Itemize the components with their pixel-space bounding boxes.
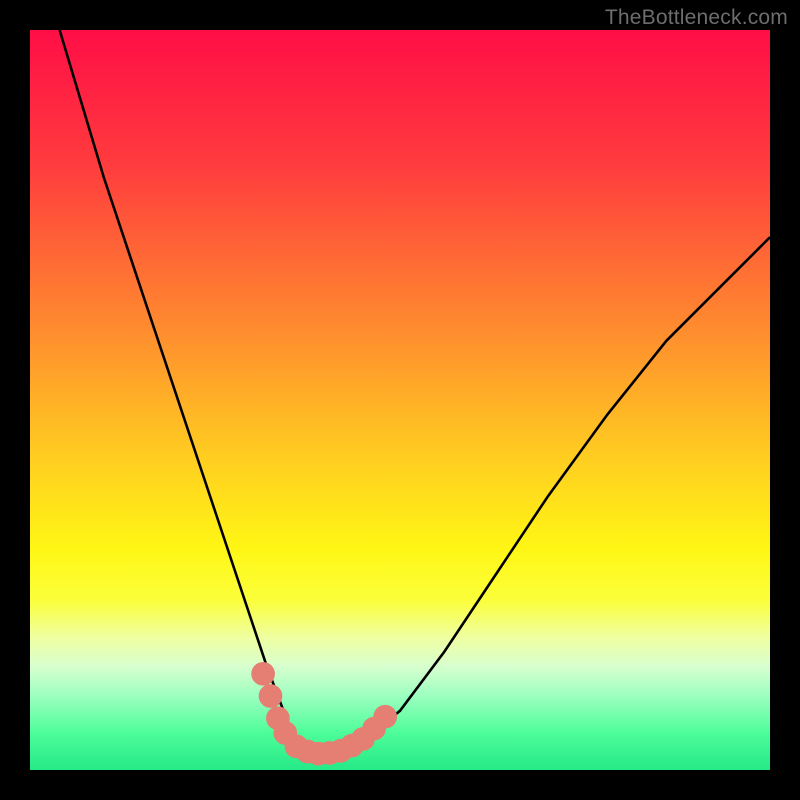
bottleneck-curve — [60, 30, 770, 754]
curve-marker — [259, 684, 283, 708]
curve-markers — [251, 662, 397, 766]
curve-layer — [30, 30, 770, 770]
chart-frame: TheBottleneck.com — [0, 0, 800, 800]
plot-area — [30, 30, 770, 770]
curve-marker — [373, 705, 397, 729]
curve-marker — [251, 662, 275, 686]
watermark-text: TheBottleneck.com — [605, 6, 788, 30]
